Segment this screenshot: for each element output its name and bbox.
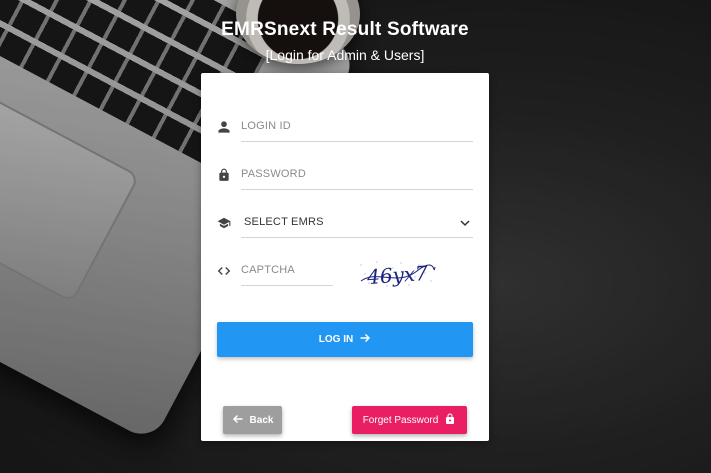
back-button[interactable]: Back [223,406,282,434]
login-id-input[interactable] [241,112,473,139]
chevron-down-icon [459,216,471,228]
login-button[interactable]: LOG IN [217,322,473,357]
login-id-field [217,112,473,142]
captcha-text: 46yx7 [365,261,429,289]
captcha-image: 46yx7 [357,259,437,289]
forget-password-button[interactable]: Forget Password [352,406,467,434]
emrs-select[interactable]: SELECT EMRS [241,209,473,235]
login-card: SELECT EMRS 46yx7 LOG IN [201,73,489,441]
page-title: EMRSnext Result Software [221,19,469,40]
lock-icon [444,413,456,428]
lock-icon [217,168,231,182]
captcha-field [217,256,333,286]
forget-password-label: Forget Password [362,414,439,426]
captcha-input[interactable] [241,256,333,283]
arrow-left-icon [232,413,244,428]
emrs-select-field: SELECT EMRS [217,209,473,238]
code-icon [217,264,231,278]
emrs-select-value: SELECT EMRS [244,215,324,228]
password-field [217,160,473,190]
page-subtitle: [Login for Admin & Users] [265,47,425,63]
back-button-label: Back [249,414,274,426]
password-input[interactable] [241,160,473,187]
graduation-cap-icon [217,216,231,230]
user-icon [217,120,231,134]
arrow-right-icon [359,332,371,347]
login-button-label: LOG IN [318,334,354,345]
